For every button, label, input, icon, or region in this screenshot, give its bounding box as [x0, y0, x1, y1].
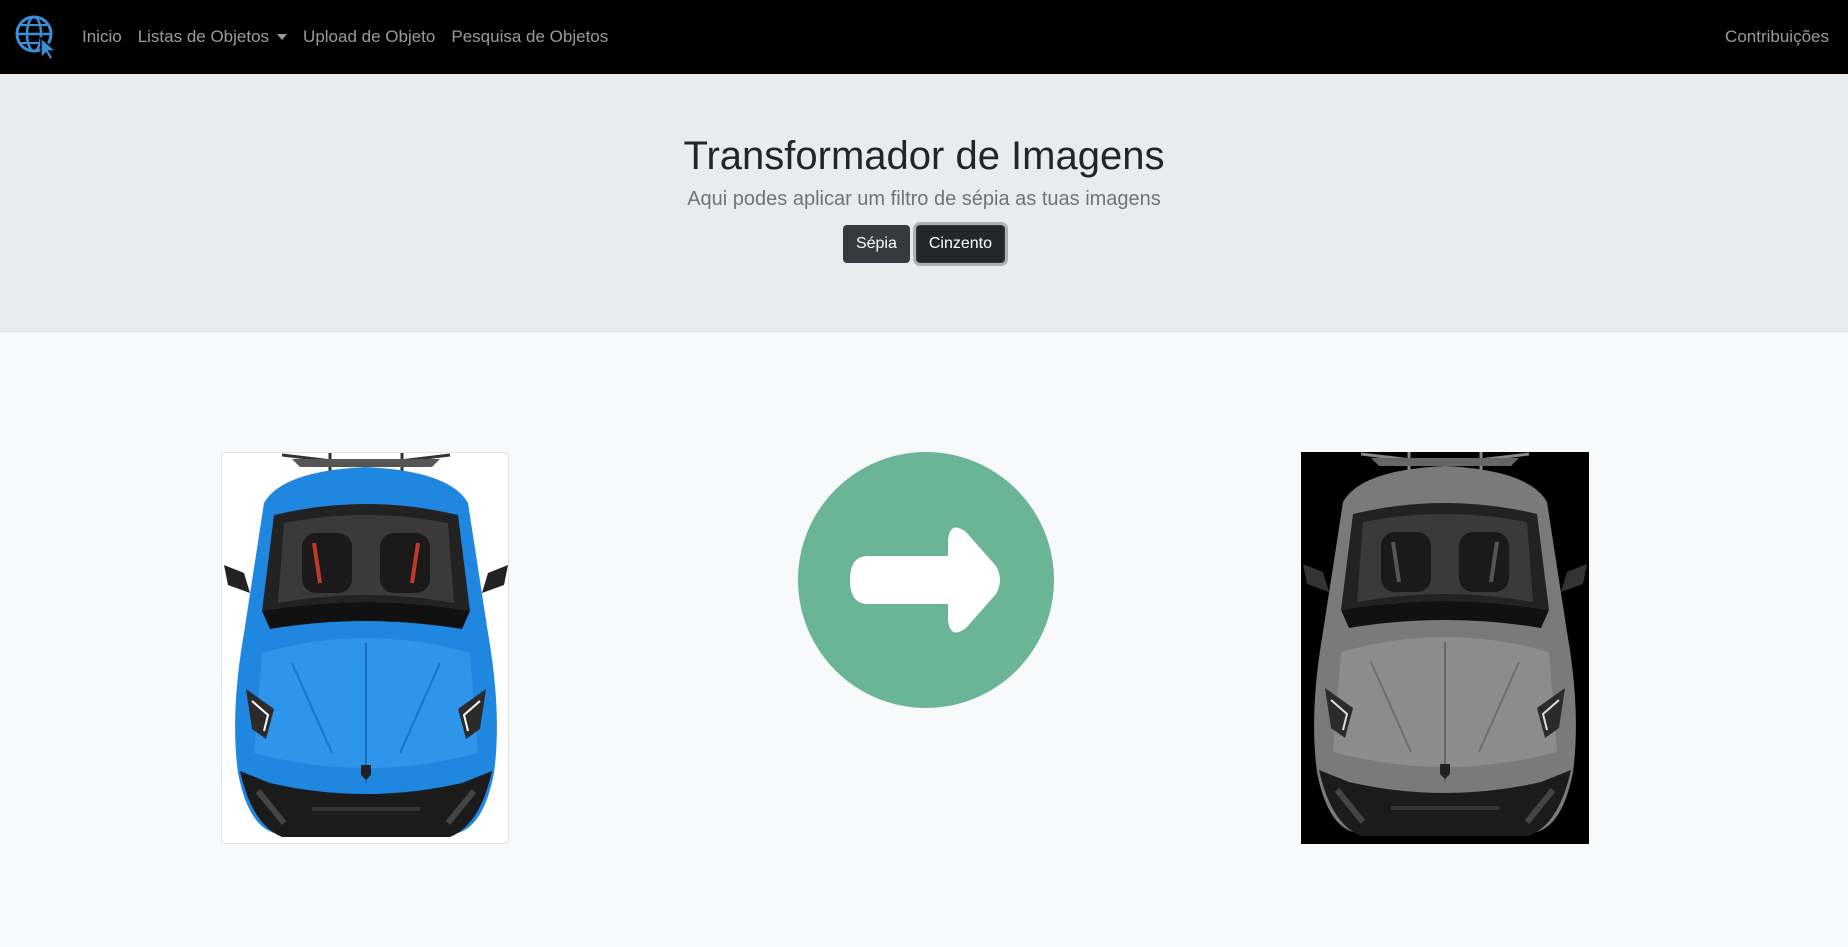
- result-image: [1301, 452, 1589, 844]
- globe-cursor-icon: [15, 15, 59, 60]
- blue-sports-car-image: [224, 453, 508, 837]
- cinzento-button[interactable]: Cinzento: [915, 225, 1006, 263]
- nav-listas-label: Listas de Objetos: [137, 27, 270, 46]
- arrow-right-circle-icon[interactable]: [798, 452, 1054, 708]
- nav-pesquisa[interactable]: Pesquisa de Objetos: [451, 27, 608, 47]
- filter-buttons: Sépia Cinzento: [0, 225, 1848, 263]
- nav-upload[interactable]: Upload de Objeto: [303, 27, 435, 47]
- main-content: [0, 332, 1848, 947]
- navbar: Inicio Listas de Objetos Upload de Objet…: [0, 0, 1848, 74]
- page-subtitle: Aqui podes aplicar um filtro de sépia as…: [687, 188, 1161, 210]
- chevron-down-icon: [277, 34, 288, 40]
- hero-section: Transformador de Imagens Aqui podes apli…: [0, 74, 1848, 332]
- nav-inicio[interactable]: Inicio: [82, 27, 122, 47]
- nav-listas-dropdown[interactable]: Listas de Objetos: [137, 27, 288, 47]
- page-title: Transformador de Imagens: [683, 134, 1165, 178]
- original-image: [221, 452, 509, 844]
- grayscale-sports-car-image: [1303, 452, 1587, 836]
- sepia-button[interactable]: Sépia: [842, 225, 910, 263]
- brand-logo[interactable]: [14, 11, 60, 63]
- nav-contribuicoes[interactable]: Contribuições: [1725, 27, 1829, 47]
